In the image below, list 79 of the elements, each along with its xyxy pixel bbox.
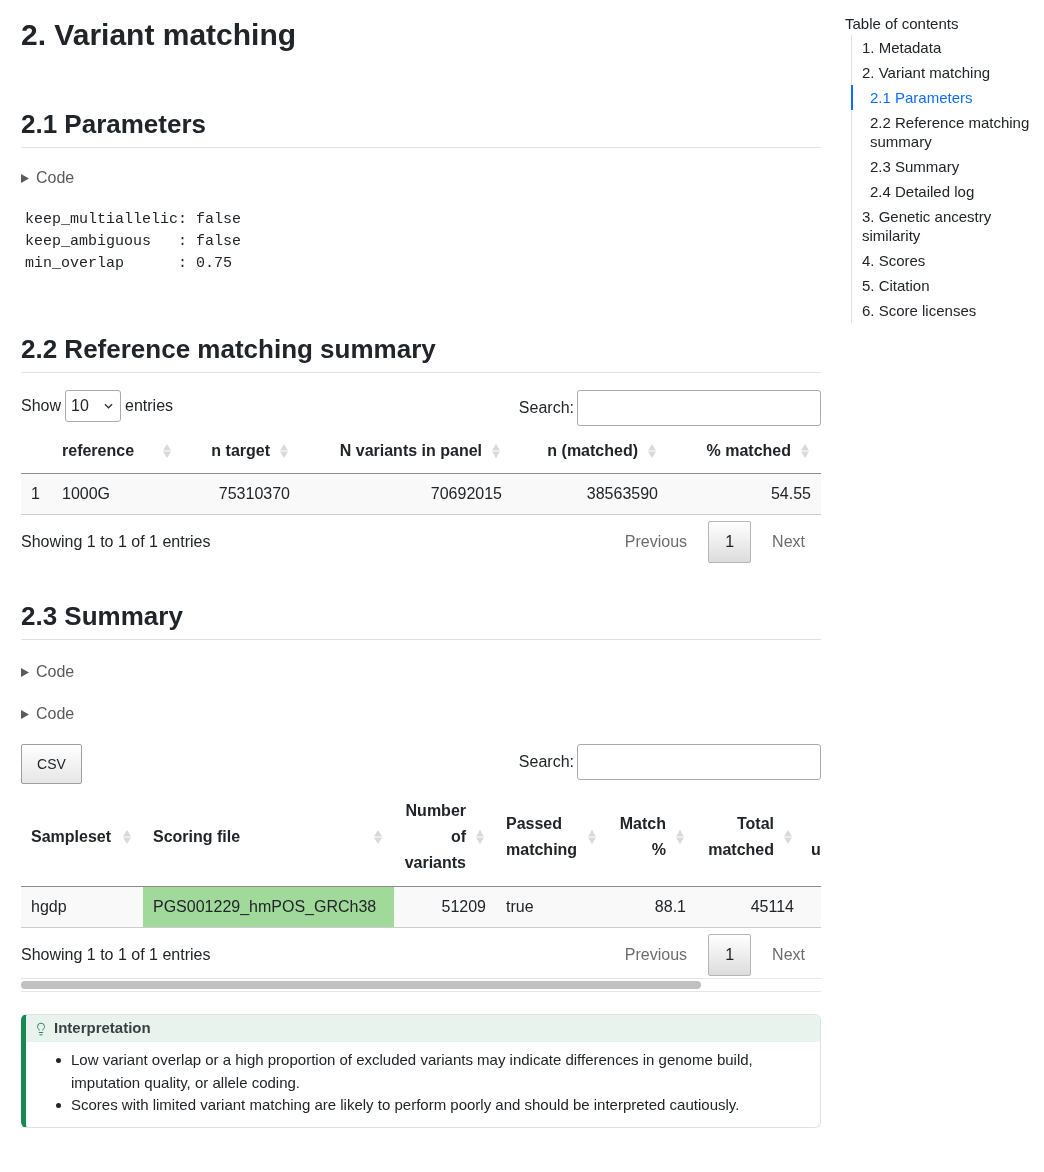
table-cell: 51209 (394, 886, 496, 928)
caret-icon (21, 173, 29, 183)
column-header[interactable]: % matched (668, 429, 821, 474)
toc-link[interactable]: 2.4 Detailed log (851, 179, 1035, 204)
show-label: Show (21, 396, 62, 416)
toc-link[interactable]: 2.2 Reference matching summary (851, 110, 1035, 154)
column-header[interactable]: reference (52, 429, 183, 474)
toc-link[interactable]: 1. Metadata (851, 35, 1035, 60)
column-header: u (804, 788, 821, 887)
column-header[interactable]: n target (183, 429, 300, 474)
chevron-down-icon (104, 403, 114, 409)
search-label: Search: (518, 398, 574, 418)
toc-title: Table of contents (845, 14, 959, 33)
table-cell: 1 (21, 473, 52, 515)
column-header[interactable]: Sampleset (21, 788, 143, 887)
bullet-icon (56, 1103, 61, 1108)
table-cell: 75310370 (183, 473, 300, 515)
sort-icon (163, 444, 171, 458)
table-cell: 54.55 (668, 473, 821, 515)
caret-icon (21, 709, 29, 719)
caret-icon (21, 667, 29, 677)
code-output-line: keep_multiallelic: false (25, 210, 242, 230)
code-output-line: keep_ambiguous : false (25, 232, 242, 252)
page-button[interactable]: 1 (708, 521, 752, 563)
table-cell: 45114 (696, 886, 804, 928)
code-output-line: min_overlap : 0.75 (25, 254, 233, 274)
table-cell: 1000G (52, 473, 183, 515)
page-length-select[interactable]: 10 (65, 390, 122, 422)
section-heading: 2.1 Parameters (21, 108, 207, 140)
code-toggle[interactable]: Code (21, 166, 75, 190)
callout-title: Interpretation (54, 1018, 151, 1039)
toc-link[interactable]: 5. Citation (851, 273, 1035, 298)
list-item-text: Low variant overlap or a high proportion of excluded variants may indicate differences in genome build, imputation quality, or allele coding. (71, 1050, 754, 1093)
column-header[interactable]: Match % (608, 788, 696, 887)
table-cell: hgdp (21, 886, 143, 928)
toc-link[interactable]: 2. Variant matching (851, 60, 1035, 85)
table-cell: 70692015 (300, 473, 512, 515)
toc-link[interactable]: 3. Genetic ancestry similarity (851, 204, 1035, 248)
code-toggle[interactable]: Code (21, 702, 75, 726)
scrollbar-thumb[interactable] (21, 981, 701, 989)
bullet-icon (56, 1058, 61, 1063)
sort-icon (123, 830, 131, 844)
table-info: Showing 1 to 1 of 1 entries (21, 532, 211, 552)
table-info: Showing 1 to 1 of 1 entries (21, 945, 211, 965)
section-heading: 2.2 Reference matching summary (21, 333, 436, 365)
search-label: Search: (518, 752, 574, 772)
sort-icon (280, 444, 288, 458)
entries-label: entries (125, 396, 174, 416)
sort-icon (784, 830, 792, 844)
search-field[interactable] (577, 744, 821, 780)
sort-icon (374, 830, 382, 844)
table-cell: 88.1 (608, 886, 696, 928)
csv-button[interactable]: CSV (21, 744, 82, 784)
sort-icon (648, 444, 656, 458)
sort-icon (801, 444, 809, 458)
list-item-text: Scores with limited variant matching are likely to perform poorly and should be interpreted cautiously. (71, 1095, 740, 1115)
toc-link[interactable]: 2.1 Parameters (851, 85, 1035, 110)
sort-icon (476, 830, 484, 844)
toc-link[interactable]: 6. Score licenses (851, 298, 1035, 323)
column-header[interactable]: Passed matching (496, 788, 608, 887)
code-toggle[interactable]: Code (21, 660, 75, 684)
sort-icon (676, 830, 684, 844)
column-header[interactable]: n (matched) (512, 429, 668, 474)
search-field[interactable] (577, 390, 821, 426)
sort-icon (588, 830, 596, 844)
table-cell: true (496, 886, 608, 928)
column-header[interactable]: Scoring file (143, 788, 394, 887)
lightbulb-icon (34, 1021, 48, 1036)
column-header[interactable]: Total matched (696, 788, 804, 887)
page-button[interactable]: 1 (708, 934, 752, 976)
sort-icon (492, 444, 500, 458)
table-cell: PGS001229_hmPOS_GRCh38 (143, 886, 394, 928)
table-cell: 38563590 (512, 473, 668, 515)
section-heading: 2.3 Summary (21, 600, 183, 632)
column-header[interactable]: Number of variants (394, 788, 496, 887)
page-title: 2. Variant matching (21, 17, 297, 53)
toc-link[interactable]: 4. Scores (851, 248, 1035, 273)
column-header[interactable]: N variants in panel (300, 429, 512, 474)
toc-link[interactable]: 2.3 Summary (851, 154, 1035, 179)
